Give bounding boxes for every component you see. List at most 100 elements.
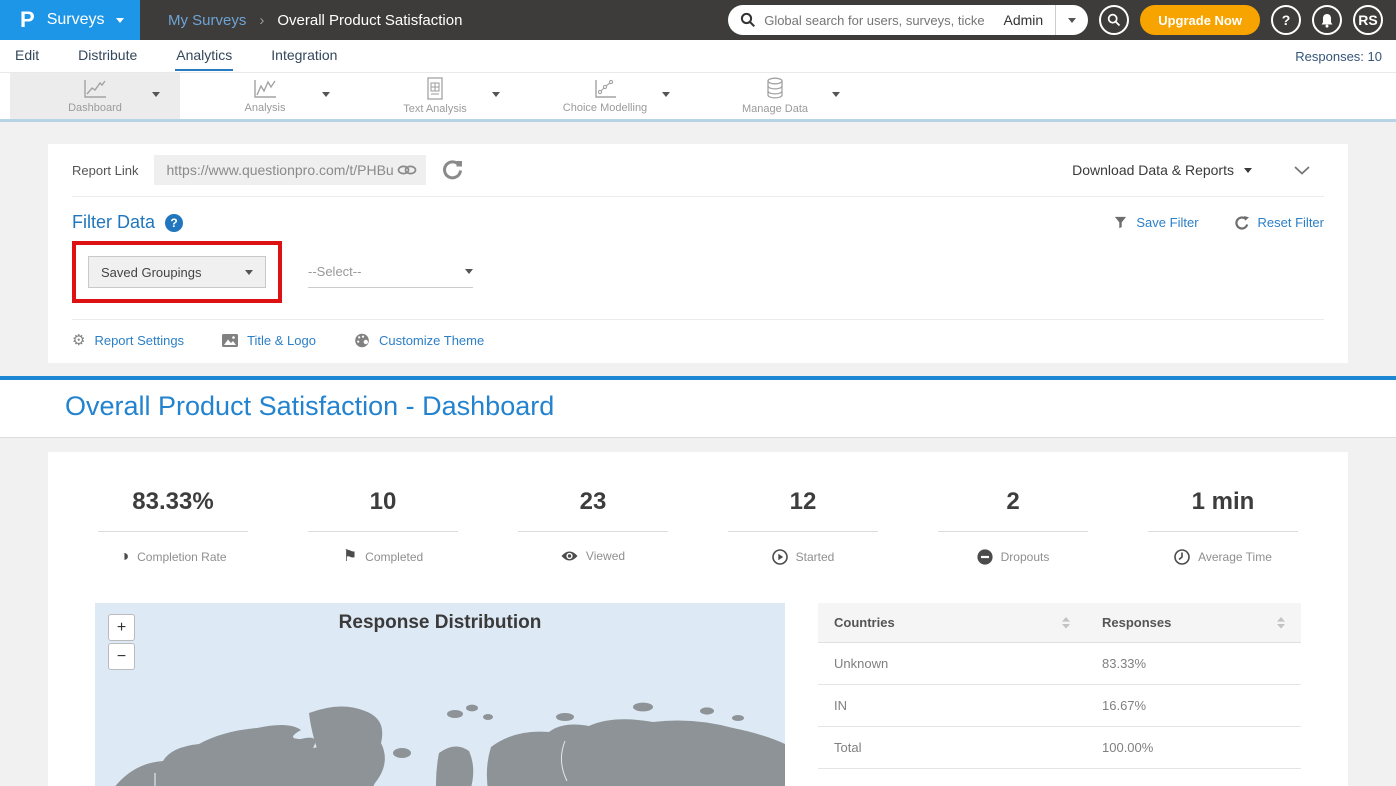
table-row: Total 100.00% [818,727,1301,769]
play-circle-icon [772,549,788,565]
chevron-down-icon[interactable] [322,92,330,97]
geo-row: Response Distribution + − [48,565,1348,786]
topbar-actions: Admin Upgrade Now ? RS [728,5,1396,35]
map-zoom-controls: + − [108,614,135,670]
chevron-down-icon[interactable] [492,92,500,97]
stat-value: 83.33% [68,488,278,516]
chevron-down-icon [465,269,473,274]
toolbar-manage-data[interactable]: Manage Data [690,73,860,119]
product-name: Surveys [47,11,105,29]
line-chart-icon [82,78,108,100]
chevron-down-icon[interactable] [662,92,670,97]
report-filter-card: Report Link https://www.questionpro.com/… [48,144,1348,363]
report-link-row: Report Link https://www.questionpro.com/… [48,144,1348,196]
stats-row: 83.33% ◑Completion Rate 10 ⚑Completed 23… [48,452,1348,565]
report-actions-row: ⚙ Report Settings Title & Logo Customize… [48,320,1348,363]
map-title: Response Distribution [95,612,785,634]
tab-analytics[interactable]: Analytics [175,41,233,71]
stat-value: 12 [698,488,908,516]
toolbar-analysis[interactable]: Analysis [180,73,350,119]
chevron-down-icon [1068,18,1076,23]
stat-completion-rate: 83.33% ◑Completion Rate [68,488,278,565]
download-data-reports-dropdown[interactable]: Download Data & Reports [1072,162,1252,178]
toolbar-item-label: Manage Data [742,103,808,115]
toolbar-item-label: Choice Modelling [563,102,647,114]
report-link-url: https://www.questionpro.com/t/PHBu [166,162,397,178]
filter-dropdowns: Saved Groupings --Select-- [48,237,1348,319]
country-cell: Unknown [818,643,1086,685]
countries-table: Countries Responses [818,603,1301,786]
responses-header[interactable]: Responses [1086,603,1301,643]
filter-help-icon[interactable]: ? [165,214,183,232]
report-settings-button[interactable]: ⚙ Report Settings [72,333,184,348]
toolbar-item-label: Text Analysis [403,103,467,115]
table-header-row: Countries Responses [818,603,1301,643]
zoom-out-button[interactable]: − [108,643,135,670]
palette-icon [354,333,370,348]
toolbar-choice-modelling[interactable]: Choice Modelling [520,73,690,119]
avatar-initials: RS [1358,12,1377,28]
title-logo-button[interactable]: Title & Logo [222,333,316,348]
clock-icon [1174,549,1190,565]
stat-started: 12 Started [698,488,908,565]
tab-edit[interactable]: Edit [14,41,40,71]
tab-distribute[interactable]: Distribute [77,41,138,71]
global-search-input[interactable] [756,13,991,28]
grouping-value-select[interactable]: --Select-- [308,256,473,288]
notifications-button[interactable] [1312,5,1342,35]
toolbar-text-analysis[interactable]: Text Analysis [350,73,520,119]
stat-value: 1 min [1118,488,1328,516]
breadcrumb: My Surveys › Overall Product Satisfactio… [168,12,462,29]
report-link-label: Report Link [72,163,138,178]
annotation-highlight-box: Saved Groupings [72,241,282,303]
stat-value: 10 [278,488,488,516]
reset-filter-button[interactable]: Reset Filter [1235,215,1324,230]
country-cell: Total [818,727,1086,769]
bell-icon [1320,13,1334,28]
responses-cell: 83.33% [1086,643,1301,685]
avatar[interactable]: RS [1353,5,1383,35]
refresh-icon [1235,216,1249,230]
download-data-reports-label: Download Data & Reports [1072,162,1234,178]
report-settings-label: Report Settings [94,333,184,348]
breadcrumb-my-surveys[interactable]: My Surveys [168,12,246,29]
search-button[interactable] [1099,5,1129,35]
toolbar-dashboard[interactable]: Dashboard [10,73,180,119]
stat-viewed: 23 Viewed [488,488,698,565]
search-scope-dropdown[interactable] [1056,5,1088,35]
upgrade-now-button[interactable]: Upgrade Now [1140,5,1260,35]
minus-circle-icon [977,549,993,565]
stat-label: Viewed [586,549,625,563]
divider [1148,531,1298,532]
customize-theme-button[interactable]: Customize Theme [354,333,484,348]
eye-icon [561,550,578,562]
report-link-input[interactable]: https://www.questionpro.com/t/PHBu [154,155,426,185]
response-distribution-map: Response Distribution + − [95,603,785,786]
chevron-down-icon[interactable] [152,92,160,97]
product-switcher[interactable]: P Surveys [0,0,140,40]
dashboard-card: 83.33% ◑Completion Rate 10 ⚑Completed 23… [48,452,1348,786]
country-cell: IN [818,685,1086,727]
search-scope[interactable]: Admin [992,12,1056,28]
stat-label: Dropouts [1001,550,1050,564]
chevron-down-icon[interactable] [832,92,840,97]
saved-groupings-select[interactable]: Saved Groupings [88,256,266,288]
search-icon [740,12,756,28]
countries-header[interactable]: Countries [818,603,1086,643]
link-icon[interactable] [397,164,417,176]
responses-cell: 16.67% [1086,685,1301,727]
zoom-in-button[interactable]: + [108,614,135,641]
tab-integration[interactable]: Integration [270,41,338,71]
collapse-chevron-icon[interactable] [1294,166,1310,175]
table-row: IN 16.67% [818,685,1301,727]
save-filter-button[interactable]: Save Filter [1114,215,1198,230]
stat-value: 2 [908,488,1118,516]
countries-header-label: Countries [834,615,895,630]
database-icon [764,77,786,101]
stat-value: 23 [488,488,698,516]
filter-data-header: Filter Data ? Save Filter Reset Filter [48,197,1348,237]
share-report-icon[interactable] [442,160,463,181]
help-button[interactable]: ? [1271,5,1301,35]
filter-data-title: Filter Data [72,212,155,233]
toolbar-item-label: Analysis [245,102,286,114]
